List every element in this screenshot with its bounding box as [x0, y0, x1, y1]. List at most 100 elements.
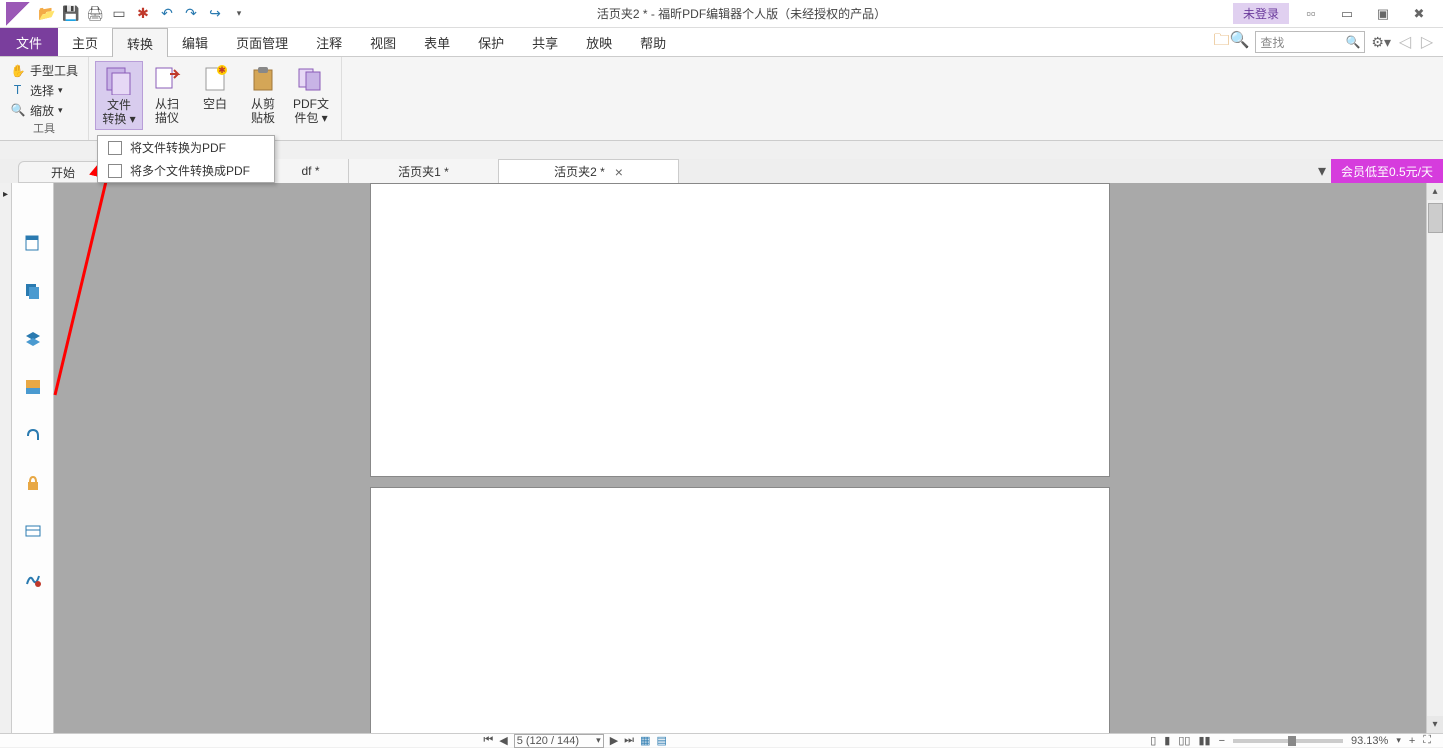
doc-tab-binder2[interactable]: 活页夹2 * × — [499, 159, 679, 183]
nav-next-icon[interactable]: ▷ — [1419, 32, 1435, 52]
undo-icon[interactable]: ↶ — [156, 3, 178, 25]
attach-icon[interactable]: ✱ — [132, 3, 154, 25]
nav-prev-icon[interactable]: ◁ — [1397, 32, 1413, 52]
folder-search-icon[interactable]: 🗀🔍 — [1213, 29, 1249, 56]
view-cont-facing-icon[interactable]: ▮▮ — [1198, 734, 1210, 747]
convert-multiple-to-pdf[interactable]: 将多个文件转换成PDF — [98, 159, 274, 182]
signature-icon[interactable] — [23, 569, 43, 589]
pdf-package-button[interactable]: PDF文 件包 ▾ — [287, 61, 335, 128]
menu-convert[interactable]: 转换 — [112, 28, 168, 57]
from-scanner-button[interactable]: 从扫 描仪 — [143, 61, 191, 128]
zoom-tool[interactable]: 🔍 缩放 ▾ — [6, 100, 82, 120]
page-number-input[interactable]: 5 (120 / 144) ▾ — [514, 734, 604, 748]
export-icon[interactable]: ↪ — [204, 3, 226, 25]
page-dropdown-icon[interactable]: ▾ — [596, 735, 601, 746]
ribbon: ✋ 手型工具 Ꭲ 选择 ▾ 🔍 缩放 ▾ 工具 文件 转换 ▾ 从扫 描仪 — [0, 57, 1443, 141]
menu-help[interactable]: 帮助 — [626, 28, 680, 56]
page-icon[interactable]: ▭ — [108, 3, 130, 25]
zoom-dropdown-icon[interactable]: ▾ — [1396, 735, 1401, 746]
reflow-icon[interactable]: ▦ — [640, 734, 650, 747]
open-icon[interactable]: 📂 — [36, 3, 58, 25]
vertical-scrollbar[interactable]: ▴ ▾ — [1426, 183, 1443, 733]
file-menu[interactable]: 文件 — [0, 28, 58, 56]
reading-icon[interactable]: ▤ — [656, 734, 666, 747]
zoom-knob[interactable] — [1288, 736, 1296, 746]
menu-share[interactable]: 共享 — [518, 28, 572, 56]
last-page-icon[interactable]: ⏭ — [624, 734, 634, 747]
redo-icon[interactable]: ↷ — [180, 3, 202, 25]
doc-tab-binder1[interactable]: 活页夹1 * — [349, 159, 499, 183]
collapse-icon: ▸ — [3, 189, 8, 200]
menu-edit[interactable]: 编辑 — [168, 28, 222, 56]
menu-view[interactable]: 视图 — [356, 28, 410, 56]
from-clipboard-button[interactable]: 从剪 贴板 — [239, 61, 287, 128]
zoom-level: 93.13% — [1351, 735, 1388, 747]
left-collapse-handle[interactable]: ▸ — [0, 183, 12, 733]
close-icon[interactable]: ✖ — [1405, 4, 1433, 24]
partial-label: df * — [301, 164, 319, 178]
tabs-dropdown-icon[interactable]: ▾ — [1313, 161, 1331, 181]
view-single-icon[interactable]: ▯ — [1150, 734, 1156, 747]
status-bar: ⏮ ◀ 5 (120 / 144) ▾ ▶ ⏭ ▦ ▤ ▯ ▮ ▯▯ ▮▮ − … — [0, 733, 1443, 747]
svg-text:✱: ✱ — [218, 65, 226, 75]
save-icon[interactable]: 💾 — [60, 3, 82, 25]
create-group: 文件 转换 ▾ 从扫 描仪 ✱ 空白 从剪 贴板 PDF文 件包 ▾ — [89, 57, 342, 140]
scanner-icon — [151, 63, 183, 95]
scroll-up-icon[interactable]: ▴ — [1427, 183, 1443, 200]
attachments-icon[interactable] — [23, 425, 43, 445]
search-input[interactable]: 查找 🔍 — [1255, 31, 1365, 53]
ribbon-toggle-icon[interactable]: ▫▫ — [1297, 4, 1325, 24]
doc-tab-partial[interactable]: df * — [273, 159, 349, 183]
maximize-icon[interactable]: ▣ — [1369, 4, 1397, 24]
hand-tool[interactable]: ✋ 手型工具 — [6, 61, 82, 81]
app-icon — [6, 2, 30, 26]
pages-icon[interactable] — [23, 281, 43, 301]
layers-icon[interactable] — [23, 329, 43, 349]
zoom-slider[interactable] — [1233, 739, 1343, 743]
zoom-in-icon[interactable]: + — [1409, 735, 1415, 747]
blank-button[interactable]: ✱ 空白 — [191, 61, 239, 113]
binder1-label: 活页夹1 * — [398, 163, 449, 180]
side-panel — [12, 183, 54, 733]
view-continuous-icon[interactable]: ▮ — [1164, 734, 1170, 747]
tab-close-icon[interactable]: × — [615, 164, 623, 180]
minimize-icon[interactable]: ▭ — [1333, 4, 1361, 24]
comments-icon[interactable] — [23, 377, 43, 397]
tools-group: ✋ 手型工具 Ꭲ 选择 ▾ 🔍 缩放 ▾ 工具 — [0, 57, 89, 140]
document-canvas[interactable] — [54, 183, 1426, 733]
convert-file-to-pdf[interactable]: 将文件转换为PDF — [98, 136, 274, 159]
login-button[interactable]: 未登录 — [1233, 3, 1289, 24]
print-icon[interactable]: 🖨 — [84, 3, 106, 25]
workspace: ▸ ▴ ▾ — [0, 183, 1443, 733]
menu-form[interactable]: 表单 — [410, 28, 464, 56]
promo-banner[interactable]: 会员低至0.5元/天 — [1331, 159, 1443, 183]
view-facing-icon[interactable]: ▯▯ — [1178, 734, 1190, 747]
search-icon[interactable]: 🔍 — [1345, 35, 1360, 49]
menu-play[interactable]: 放映 — [572, 28, 626, 56]
fields-icon[interactable] — [23, 521, 43, 541]
prev-page-icon[interactable]: ◀ — [499, 734, 507, 747]
scroll-down-icon[interactable]: ▾ — [1427, 716, 1443, 733]
gear-icon[interactable]: ⚙▾ — [1371, 34, 1391, 51]
file-convert-button[interactable]: 文件 转换 ▾ — [95, 61, 143, 130]
file-convert-icon — [103, 64, 135, 96]
menu-home[interactable]: 主页 — [58, 28, 112, 56]
search-placeholder: 查找 — [1260, 34, 1284, 51]
bookmarks-icon[interactable] — [23, 233, 43, 253]
security-icon[interactable] — [23, 473, 43, 493]
fit-page-icon[interactable]: ⛶ — [1423, 734, 1431, 747]
binder2-label: 活页夹2 * — [554, 163, 605, 180]
scroll-thumb[interactable] — [1428, 203, 1443, 233]
qat-dropdown-icon[interactable]: ▾ — [228, 3, 250, 25]
first-page-icon[interactable]: ⏮ — [483, 734, 493, 747]
next-page-icon[interactable]: ▶ — [610, 734, 618, 747]
zoom-out-icon[interactable]: − — [1219, 735, 1225, 747]
menu-annotate[interactable]: 注释 — [302, 28, 356, 56]
menu-page-manage[interactable]: 页面管理 — [222, 28, 302, 56]
menu-protect[interactable]: 保护 — [464, 28, 518, 56]
zoom-icon: 🔍 — [10, 102, 26, 118]
hand-icon: ✋ — [10, 63, 26, 79]
pdf-page — [370, 183, 1110, 477]
select-tool[interactable]: Ꭲ 选择 ▾ — [6, 81, 82, 101]
start-tab[interactable]: 开始 — [18, 161, 108, 183]
